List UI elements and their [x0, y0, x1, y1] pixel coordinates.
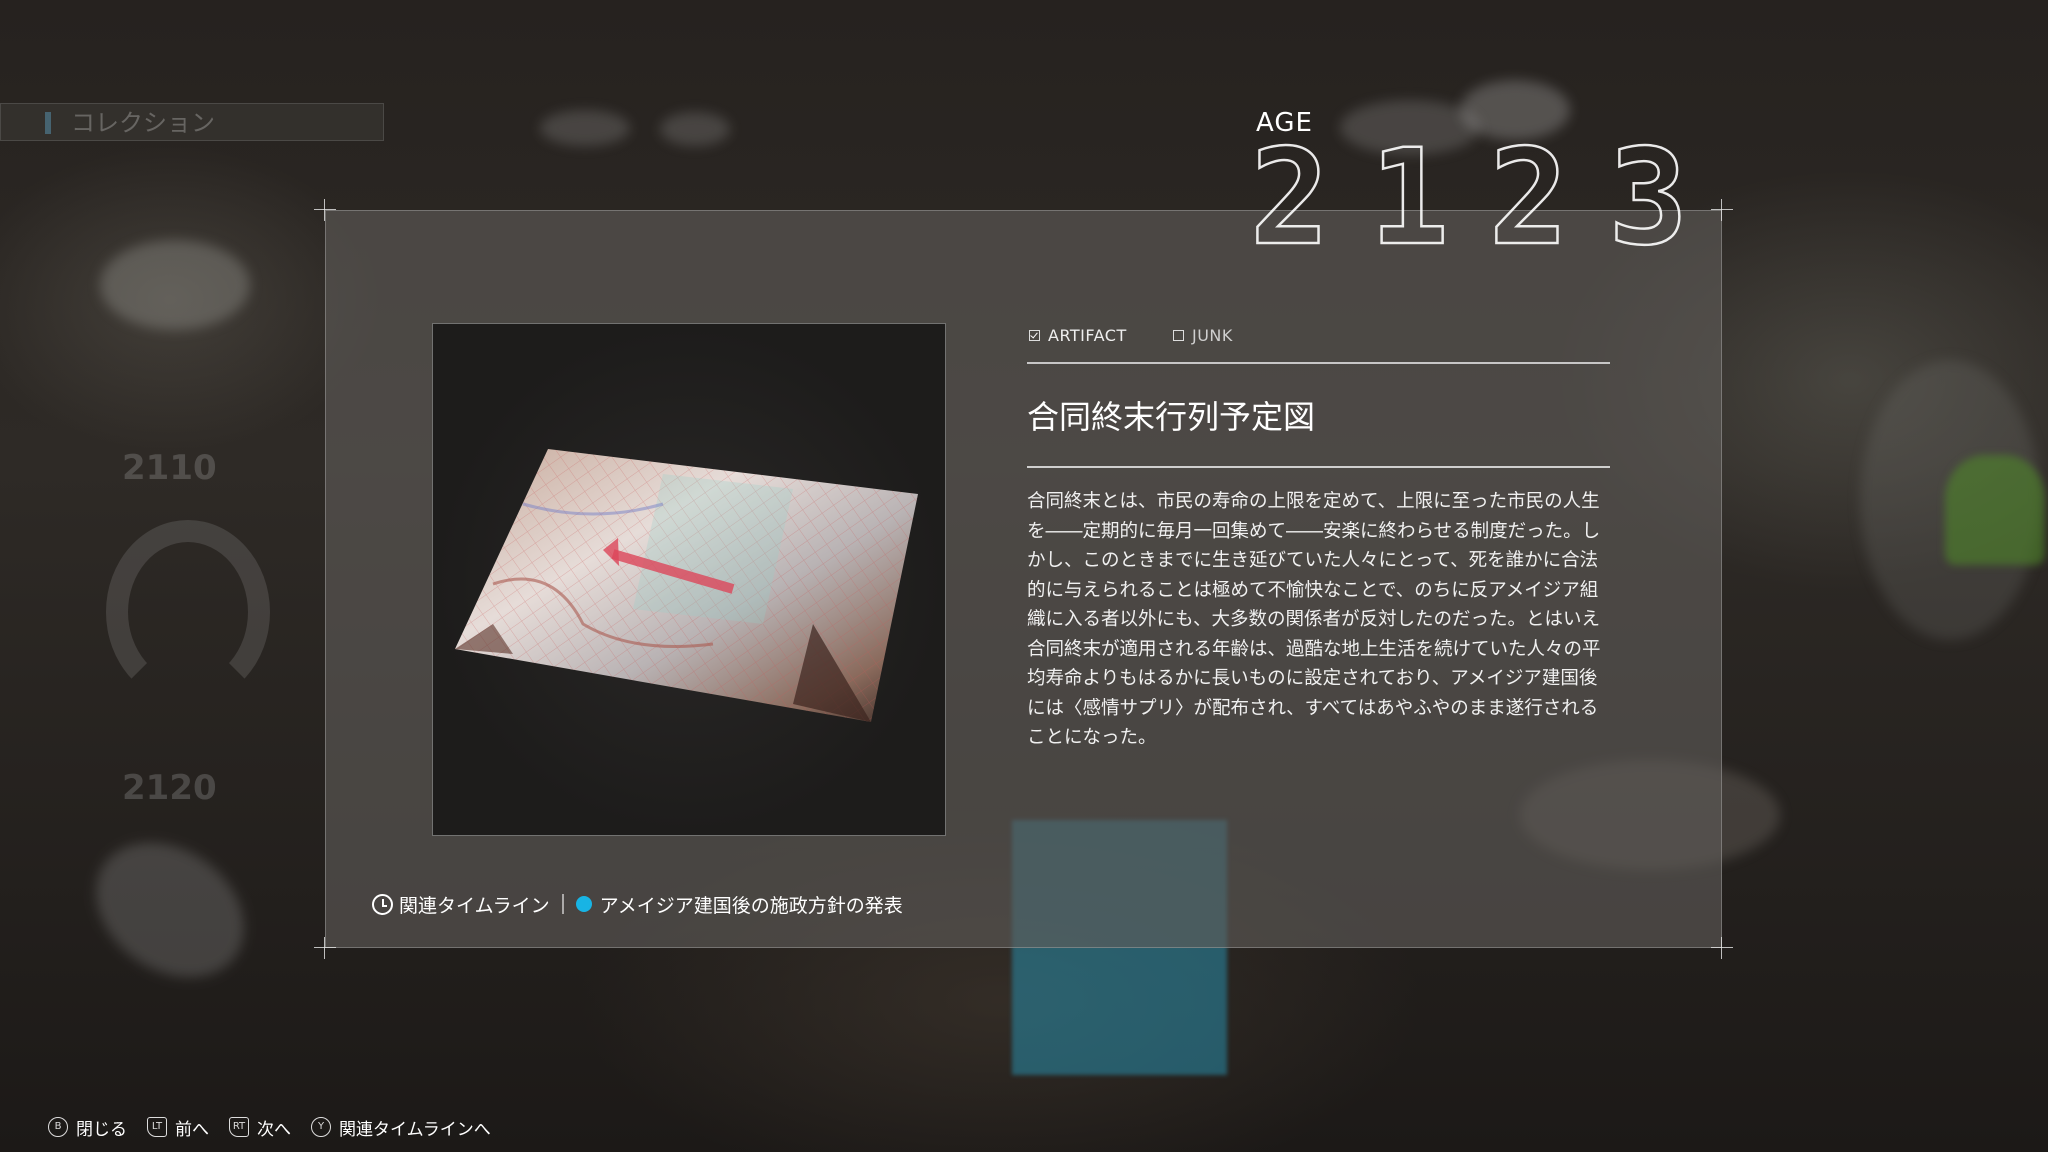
- previous-button[interactable]: LT 前へ: [147, 1115, 209, 1140]
- corner-tick: [1711, 947, 1733, 948]
- corner-tick: [1711, 209, 1733, 210]
- age-year: 2 1 2 3: [1249, 121, 1696, 275]
- ring-decoration: [106, 520, 270, 704]
- filter-junk-label: JUNK: [1192, 326, 1233, 345]
- age-digit: 3: [1607, 121, 1696, 275]
- clock-icon: [372, 893, 393, 915]
- next-button[interactable]: RT 次へ: [229, 1115, 291, 1140]
- y-button-icon: Y: [311, 1117, 331, 1137]
- age-digit: 2: [1249, 121, 1338, 275]
- related-timeline-label: 関連タイムライン: [399, 894, 550, 917]
- filter-junk[interactable]: JUNK: [1173, 326, 1233, 345]
- lt-trigger-icon: LT: [147, 1117, 167, 1137]
- item-description: 合同終末とは、市民の寿命の上限を定めて、上限に至った市民の人生を――定期的に毎月…: [1027, 491, 1601, 748]
- checkbox-unchecked-icon: [1173, 330, 1184, 341]
- filter-artifact[interactable]: ARTIFACT: [1029, 326, 1127, 345]
- title-divider: [1027, 466, 1610, 468]
- filter-row: ARTIFACT JUNK: [1027, 322, 1610, 364]
- b-button-icon: B: [48, 1117, 68, 1137]
- artifact-image: [432, 323, 946, 836]
- corner-tick: [314, 947, 336, 948]
- background-object: [1945, 455, 2045, 565]
- close-button[interactable]: B 閉じる: [48, 1115, 127, 1140]
- checkbox-checked-icon: [1029, 330, 1040, 341]
- corner-tick: [1721, 199, 1722, 221]
- side-year: 2120: [122, 768, 217, 808]
- related-timeline-entry: アメイジア建国後の施政方針の発表: [599, 894, 903, 917]
- previous-label: 前へ: [175, 1119, 209, 1140]
- side-year: 2110: [122, 448, 217, 488]
- corner-tick: [324, 199, 325, 221]
- next-label: 次へ: [257, 1119, 291, 1140]
- corner-tick: [324, 937, 325, 959]
- timeline-dot-icon: [575, 896, 592, 912]
- controller-hints: B 閉じる LT 前へ RT 次へ Y 関連タイムラインへ: [48, 1114, 511, 1140]
- age-digit: 2: [1488, 121, 1577, 275]
- collection-tab: コレクション: [0, 103, 384, 141]
- age-digit: 1: [1368, 121, 1457, 275]
- corner-tick: [1721, 937, 1722, 959]
- go-to-timeline-label: 関連タイムラインへ: [339, 1119, 491, 1140]
- filter-artifact-label: ARTIFACT: [1048, 326, 1127, 345]
- corner-tick: [314, 209, 336, 210]
- item-title: 合同終末行列予定図: [1027, 398, 1316, 436]
- divider: [561, 894, 564, 914]
- close-label: 閉じる: [76, 1119, 127, 1140]
- rt-trigger-icon: RT: [229, 1117, 249, 1137]
- related-timeline[interactable]: 関連タイムライン アメイジア建国後の施政方針の発表: [372, 890, 903, 918]
- go-to-timeline-button[interactable]: Y 関連タイムラインへ: [311, 1115, 491, 1140]
- crumpled-map-icon: [455, 449, 918, 722]
